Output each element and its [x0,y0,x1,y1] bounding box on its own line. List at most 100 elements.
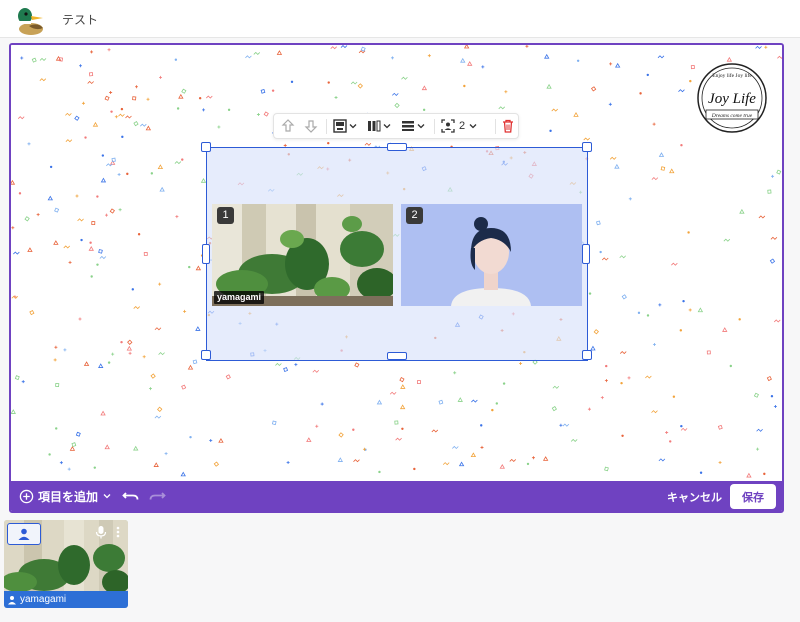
confetti-shape [187,364,194,370]
confetti-shape [27,247,33,252]
confetti-shape [599,250,602,254]
confetti-shape [552,385,560,389]
confetti-shape [452,445,459,450]
confetti-shape [90,275,93,278]
layout-style-dropdown[interactable] [332,114,358,138]
participant-name-bar: yamagami [4,591,128,608]
row-layout-dropdown[interactable] [400,114,426,138]
confetti-shape [320,402,324,406]
confetti-shape [150,373,156,379]
confetti-shape [531,456,535,460]
background-canvas[interactable]: Enjoy life Joy life Joy Life Dreams come… [11,45,782,481]
confetti-shape [104,444,110,450]
video-tile-1[interactable]: 1 yamagami [212,204,393,306]
chevron-down-icon [383,124,391,129]
confetti-shape [771,174,775,178]
confetti-shape [276,50,283,55]
confetti-shape [65,112,72,116]
chevron-down-icon [349,124,357,129]
resize-handle-left[interactable] [202,244,210,264]
confetti-shape [154,327,162,331]
confetti-shape [438,399,444,405]
confetti-shape [79,64,83,68]
confetti-shape [75,194,79,198]
joy-life-badge[interactable]: Enjoy life Joy life Joy Life Dreams come… [697,63,767,133]
confetti-shape [21,380,25,384]
avatar-placeholder-icon [401,204,582,306]
confetti-shape [55,55,62,61]
confetti-shape [176,107,180,110]
save-button[interactable]: 保存 [730,484,776,509]
redo-icon[interactable] [148,487,166,505]
confetti-shape [471,399,478,403]
undo-icon[interactable] [122,487,140,505]
badge-top-text: Enjoy life Joy life [712,72,752,79]
confetti-shape [47,195,53,201]
confetti-shape [354,362,360,368]
confetti-shape [78,317,82,321]
camera-view-button[interactable] [7,523,41,545]
participant-layout-box[interactable]: 1 yamagami 2 [201,142,592,361]
bring-forward-button[interactable] [280,114,296,138]
confetti-shape [225,374,231,380]
confetti-shape [376,399,383,405]
confetti-shape [59,461,63,465]
participants-dropdown[interactable]: 2 [440,114,478,138]
confetti-shape [132,96,137,101]
resize-handle-top-right[interactable] [582,142,592,152]
resize-handle-bottom[interactable] [387,352,407,360]
badge-main-text: Joy Life [708,91,756,107]
confetti-shape [63,245,71,249]
confetti-shape [188,265,191,269]
cancel-button[interactable]: キャンセル [667,489,722,505]
confetti-shape [551,405,557,412]
delete-button[interactable] [500,114,516,138]
confetti-shape [498,106,506,110]
confetti-shape [133,306,140,310]
send-backward-button[interactable] [303,114,319,138]
confetti-shape [327,81,330,84]
confetti-shape [680,144,683,147]
video-tile-2[interactable]: 2 [401,204,582,306]
confetti-shape [54,207,60,213]
resize-handle-right[interactable] [582,244,590,264]
confetti-shape [576,59,580,62]
resize-handle-top-left[interactable] [201,142,211,152]
confetti-shape [133,445,139,451]
participants-count: 2 [459,120,466,132]
confetti-shape [213,461,220,467]
confetti-shape [39,57,47,62]
confetti-shape [609,156,617,160]
confetti-shape [134,85,138,89]
confetti-shape [275,362,282,367]
confetti-shape [604,379,608,383]
confetti-shape [431,429,439,433]
confetti-shape [283,367,289,372]
resize-handle-bottom-right[interactable] [582,350,592,360]
confetti-shape [646,73,649,77]
confetti-shape [699,471,703,474]
confetti-shape [245,55,252,59]
confetti-shape [337,457,344,462]
confetti-shape [645,375,652,379]
confetti-shape [96,263,99,266]
confetti-shape [717,424,723,430]
confetti-shape [604,466,609,472]
confetti-shape [357,83,363,89]
confetti-shape [590,86,597,92]
confetti-shape [157,406,163,413]
add-item-button[interactable]: 項目を追加 [19,485,112,507]
confetti-shape [189,435,192,439]
confetti-shape [178,93,184,99]
confetti-shape [105,213,109,217]
more-options-icon[interactable] [114,525,122,539]
confetti-shape [400,384,406,389]
confetti-shape [18,192,22,195]
resize-handle-top[interactable] [387,143,407,151]
column-layout-dropdown[interactable] [366,114,392,138]
participant-card[interactable]: yamagami [4,520,128,608]
microphone-icon[interactable] [95,525,107,539]
resize-handle-bottom-left[interactable] [201,350,211,360]
trash-icon [503,119,513,133]
confetti-shape [80,238,83,242]
